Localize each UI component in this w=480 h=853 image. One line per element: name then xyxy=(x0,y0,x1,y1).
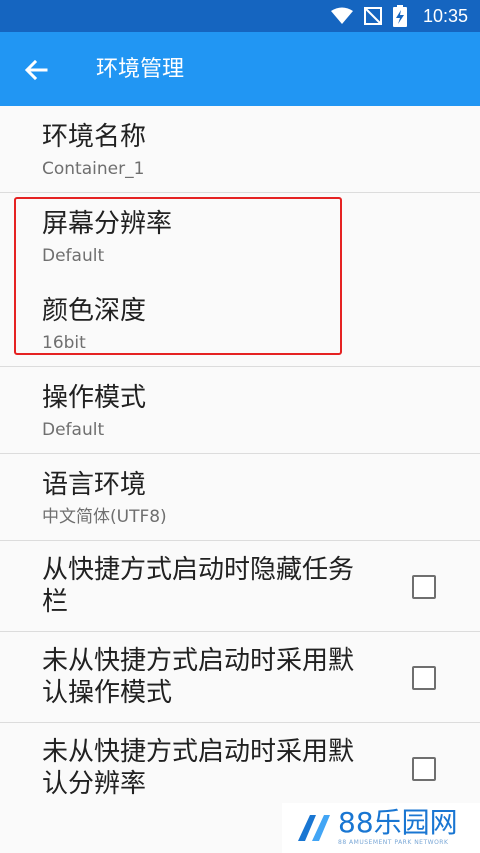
hide-taskbar-checkbox[interactable] xyxy=(412,575,436,599)
option-label-line: 认操作模式 xyxy=(42,678,173,708)
option-label-line: 未从快捷方式启动时采用默 xyxy=(42,646,355,676)
pref-locale[interactable]: 语言环境 中文简体(UTF8) xyxy=(0,454,480,541)
pref-environment-name[interactable]: 环境名称 Container_1 xyxy=(0,106,480,193)
default-operation-mode-checkbox[interactable] xyxy=(412,666,436,690)
status-bar: 10:35 xyxy=(0,0,480,32)
watermark-logo-icon xyxy=(298,815,330,841)
option-default-operation-mode[interactable]: 未从快捷方式启动时采用默 认操作模式 xyxy=(0,632,480,723)
highlight-box xyxy=(14,197,342,355)
default-resolution-checkbox[interactable] xyxy=(412,757,436,781)
battery-charging-icon xyxy=(392,5,407,27)
option-label: 未从快捷方式启动时采用默 认操作模式 xyxy=(42,645,402,709)
no-signal-icon xyxy=(363,7,382,25)
page-title: 环境管理 xyxy=(96,57,185,82)
option-label-line: 未从快捷方式启动时采用默 xyxy=(42,737,355,767)
pref-summary: Default xyxy=(42,420,105,440)
option-hide-taskbar[interactable]: 从快捷方式启动时隐藏任务 栏 xyxy=(0,541,480,632)
watermark-subtext: 88 AMUSEMENT PARK NETWORK xyxy=(338,839,449,846)
option-label-line: 栏 xyxy=(42,587,69,617)
pref-operation-mode[interactable]: 操作模式 Default xyxy=(0,367,480,454)
status-icons: 10:35 xyxy=(330,4,468,28)
watermark: 88乐园网 88 AMUSEMENT PARK NETWORK xyxy=(282,803,480,853)
app-toolbar: 环境管理 xyxy=(0,32,480,106)
option-label-line: 从快捷方式启动时隐藏任务 xyxy=(42,555,355,585)
option-label: 从快捷方式启动时隐藏任务 栏 xyxy=(42,554,402,618)
pref-title: 语言环境 xyxy=(42,470,147,500)
option-label: 未从快捷方式启动时采用默 认分辨率 xyxy=(42,736,402,800)
pref-summary: 中文简体(UTF8) xyxy=(42,507,167,527)
watermark-text: 88乐园网 xyxy=(338,806,458,839)
wifi-icon xyxy=(330,7,353,24)
pref-summary: Container_1 xyxy=(42,159,145,179)
pref-title: 环境名称 xyxy=(42,122,147,152)
clock: 10:35 xyxy=(422,5,468,26)
option-label-line: 认分辨率 xyxy=(42,769,147,799)
pref-title: 操作模式 xyxy=(42,383,147,413)
option-default-resolution[interactable]: 未从快捷方式启动时采用默 认分辨率 xyxy=(0,723,480,814)
arrow-back-icon[interactable] xyxy=(20,54,52,86)
